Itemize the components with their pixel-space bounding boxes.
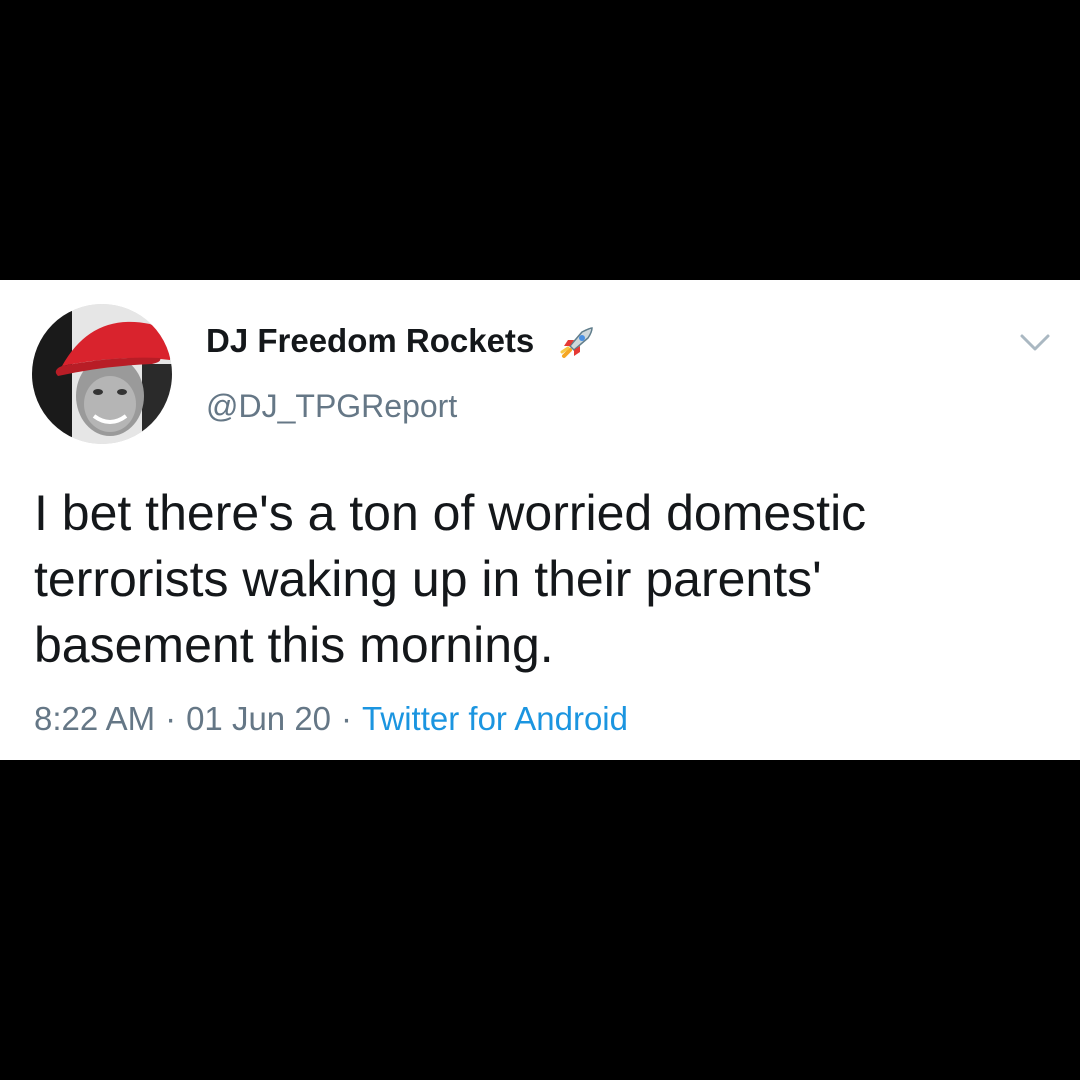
- chevron-down-icon[interactable]: [1018, 332, 1052, 354]
- user-handle[interactable]: @DJ_TPGReport: [206, 388, 457, 425]
- tweet-text: I bet there's a ton of worried domestic …: [34, 485, 867, 673]
- avatar-photo: [32, 304, 172, 444]
- separator: ·: [341, 700, 353, 737]
- tweet-source-link[interactable]: Twitter for Android: [362, 700, 628, 737]
- avatar[interactable]: [32, 304, 172, 444]
- tweet-time[interactable]: 8:22 AM: [34, 700, 155, 737]
- tweet-card: DJ Freedom Rockets @DJ_TPGReport I bet t…: [0, 280, 1080, 760]
- separator: ·: [165, 700, 177, 737]
- tweet-date[interactable]: 01 Jun 20: [186, 700, 331, 737]
- rocket-icon: [560, 327, 593, 358]
- display-name[interactable]: DJ Freedom Rockets: [206, 322, 534, 360]
- tweet-meta: 8:22 AM · 01 Jun 20 · Twitter for Android: [34, 700, 628, 738]
